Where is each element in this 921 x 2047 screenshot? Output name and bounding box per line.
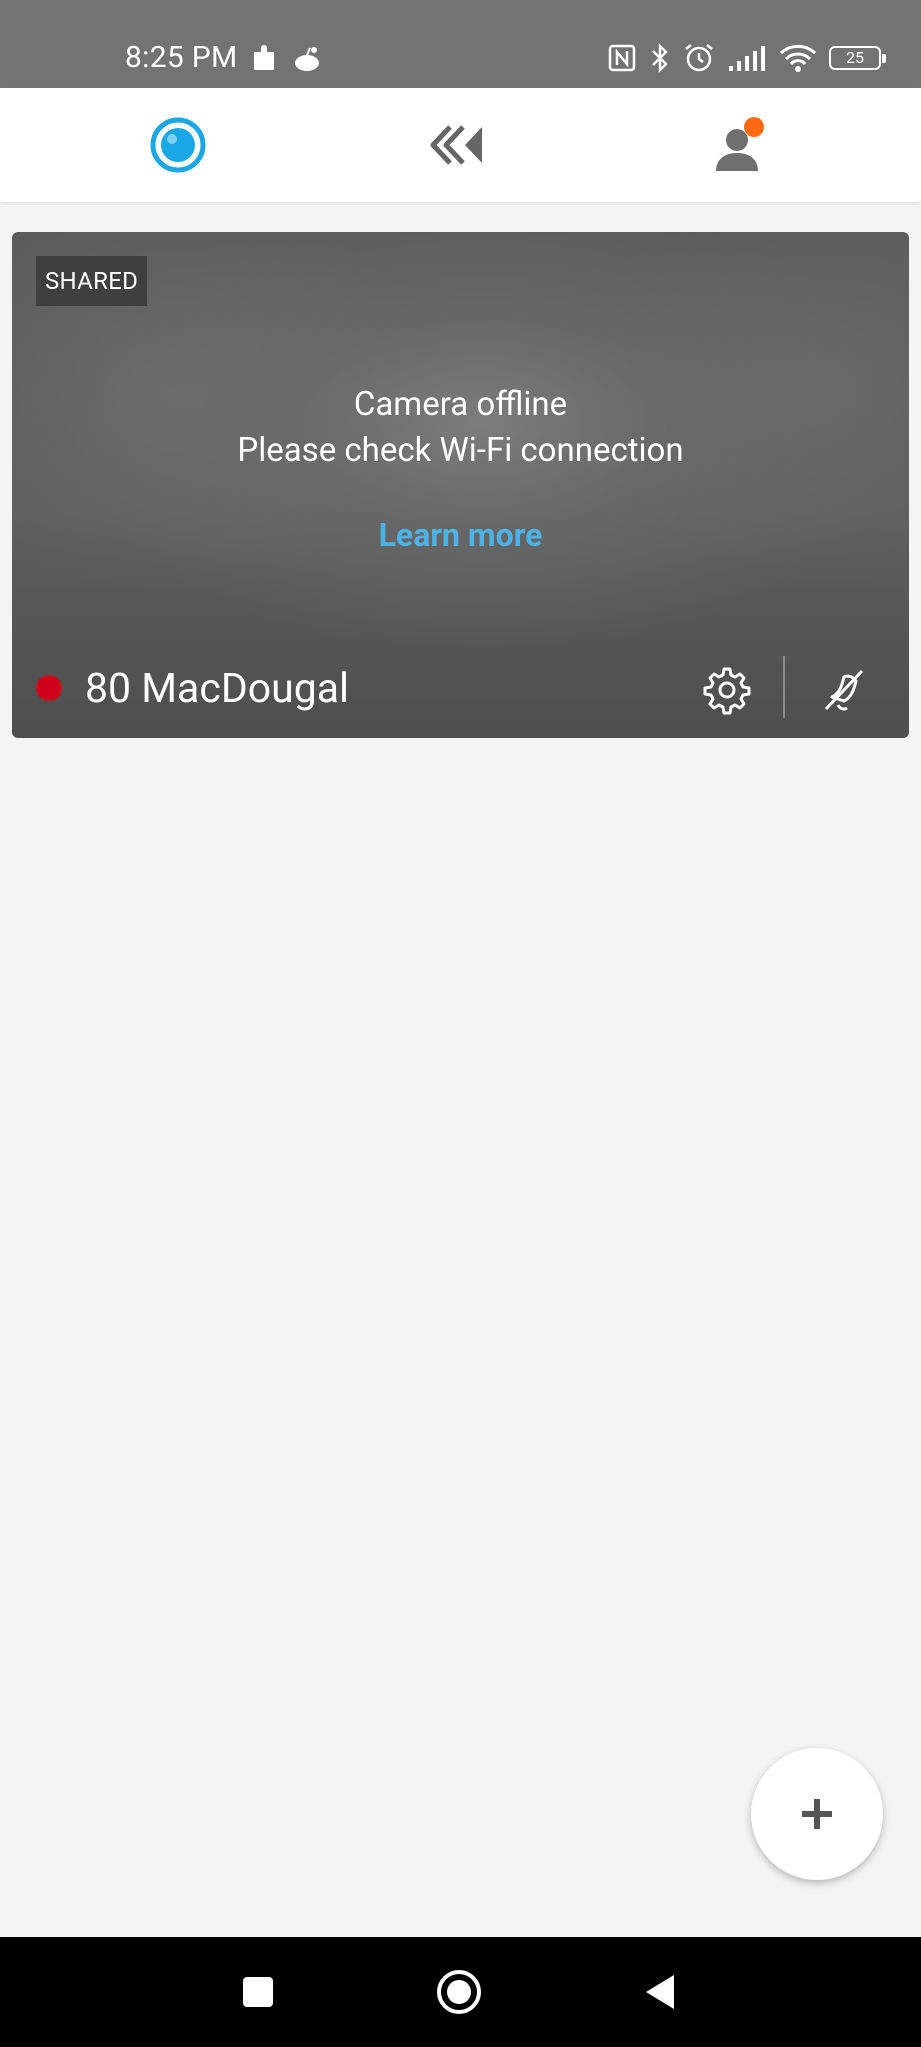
recents-button[interactable]: [208, 1937, 308, 2047]
battery-indicator: 25: [829, 46, 886, 70]
back-button[interactable]: [610, 1937, 710, 2047]
system-nav-bar: [0, 1937, 921, 2047]
plus-icon: [802, 1799, 832, 1829]
camera-card[interactable]: SHARED Camera offline Please check Wi-Fi…: [12, 232, 909, 738]
shared-badge: SHARED: [36, 256, 148, 306]
camera-name: 80 MacDougal: [85, 665, 349, 713]
square-icon: [243, 1977, 273, 2007]
top-nav: [0, 88, 921, 202]
nfc-icon: [608, 44, 636, 72]
add-camera-button[interactable]: [751, 1748, 883, 1880]
offline-message-title: Camera offline: [353, 385, 568, 424]
nav-history-tab[interactable]: [398, 88, 518, 202]
notifications-off-icon: [824, 669, 864, 711]
learn-more-link[interactable]: Learn more: [12, 512, 909, 558]
card-divider: [783, 656, 785, 718]
gear-icon: [703, 667, 751, 715]
reddit-icon: [295, 47, 319, 71]
status-time: 8:25 PM: [125, 40, 238, 75]
notification-app-icon: [254, 45, 274, 70]
offline-message-subtitle: Please check Wi-Fi connection: [237, 431, 684, 470]
alarm-icon: [685, 44, 713, 72]
status-right-icons: 25: [607, 42, 886, 74]
status-bar: 8:25 PM 25: [0, 0, 921, 88]
camera-settings-button[interactable]: [695, 658, 759, 722]
notifications-toggle-button[interactable]: [812, 658, 876, 722]
rewind-icon: [430, 125, 482, 165]
camera-lens-icon: [150, 117, 206, 173]
bluetooth-icon: [652, 42, 668, 74]
notification-dot: [744, 117, 764, 137]
back-triangle-icon: [646, 1975, 674, 2009]
nav-profile-tab[interactable]: [680, 88, 800, 202]
nav-live-tab[interactable]: [118, 88, 238, 202]
home-circle-icon: [437, 1970, 481, 2014]
wifi-icon: [779, 44, 817, 72]
home-button[interactable]: [409, 1937, 509, 2047]
status-left-icons: [250, 44, 322, 74]
profile-icon: [716, 117, 764, 171]
camera-status-dot: [36, 675, 62, 701]
signal-icon: [729, 46, 765, 71]
